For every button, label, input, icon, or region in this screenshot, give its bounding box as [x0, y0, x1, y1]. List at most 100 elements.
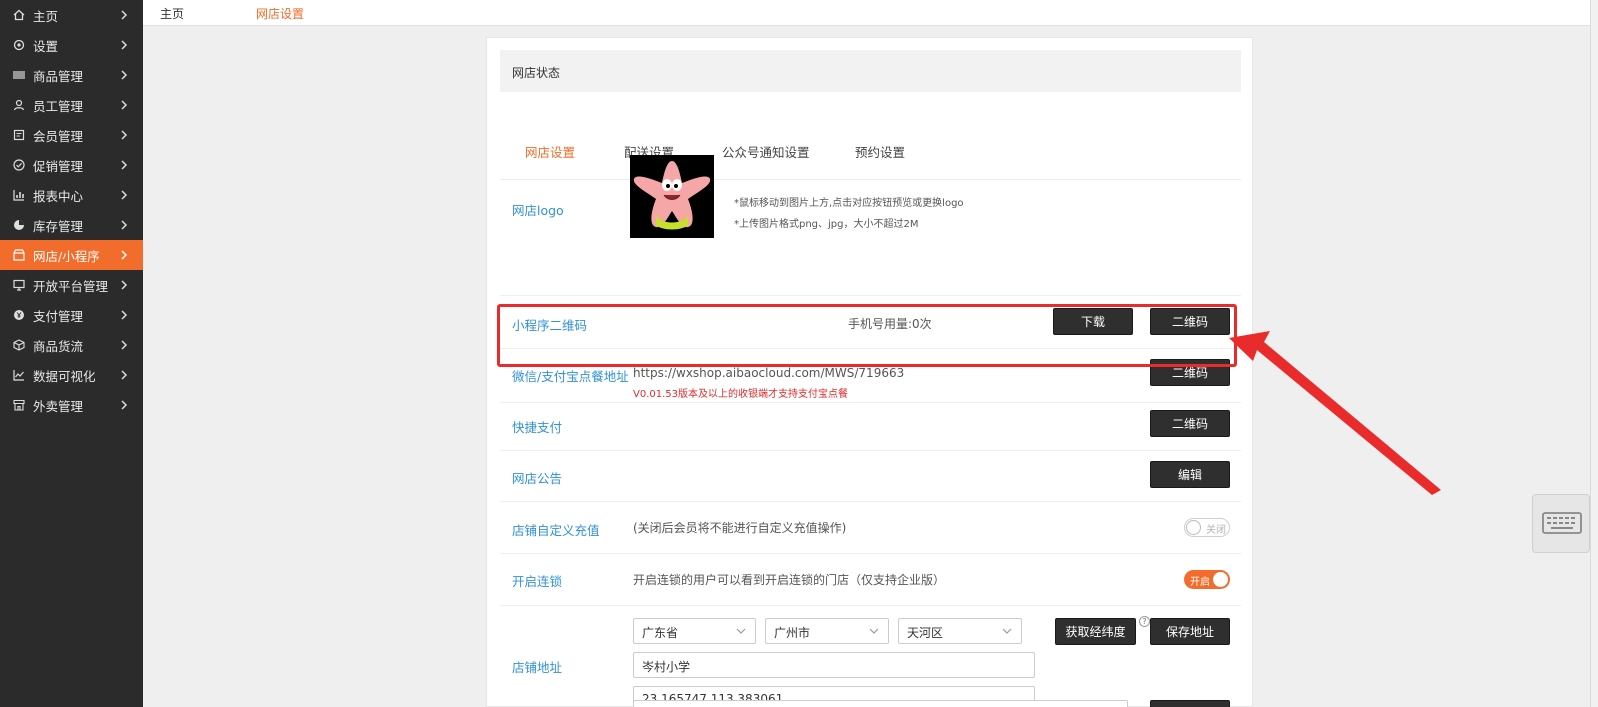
chain-store-desc: 开启连锁的用户可以看到开启连锁的门店（仅支持企业版）	[633, 573, 946, 587]
help-icon[interactable]: ?	[1139, 616, 1150, 627]
order-url-text[interactable]: https://wxshop.aibaocloud.com/MWS/719663	[633, 366, 904, 380]
logo-hint-1: *鼠标移动到图片上方,点击对应按钮预览或更换logo	[734, 198, 964, 209]
sidebar-item-logistics[interactable]: 商品货流	[0, 330, 143, 360]
yen-coin-icon	[12, 308, 26, 322]
district-value: 天河区	[907, 626, 944, 640]
pie-chart-icon	[12, 218, 26, 232]
patrick-star-image	[630, 155, 714, 238]
contact-input[interactable]	[633, 700, 1128, 707]
custom-recharge-desc: (关闭后会员将不能进行自定义充值操作)	[633, 521, 847, 535]
chevron-right-icon	[121, 370, 128, 380]
shop-icon	[12, 398, 26, 412]
scrollbar[interactable]	[1590, 0, 1598, 707]
chevron-right-icon	[121, 70, 128, 80]
tab-reservation-settings[interactable]: 预约设置	[855, 142, 905, 161]
sidebar-item-data-visualization[interactable]: 数据可视化	[0, 360, 143, 390]
chain-store-label: 开启连锁	[512, 574, 563, 589]
sidebar-item-label: 数据可视化	[33, 368, 96, 384]
chevron-right-icon	[121, 400, 128, 410]
store-logo-image[interactable]	[630, 155, 714, 238]
sidebar-item-promotions[interactable]: 促销管理	[0, 150, 143, 180]
sidebar-item-online-store[interactable]: 网店/小程序	[0, 240, 143, 270]
highlight-box	[497, 304, 1237, 367]
member-card-icon	[12, 128, 26, 142]
get-coordinates-button[interactable]: 获取经纬度	[1055, 618, 1136, 645]
custom-recharge-row: 店铺自定义充值 (关闭后会员将不能进行自定义充值操作) 关闭	[500, 502, 1241, 554]
store-icon	[12, 248, 26, 262]
quick-pay-label: 快捷支付	[512, 420, 563, 435]
toggle-label: 关闭	[1206, 525, 1226, 536]
chevron-right-icon	[121, 100, 128, 110]
sidebar-item-inventory[interactable]: 库存管理	[0, 210, 143, 240]
home-icon	[12, 8, 26, 22]
partial-button[interactable]	[1150, 700, 1230, 707]
sidebar-item-label: 会员管理	[33, 128, 84, 144]
tab-official-account-notify[interactable]: 公众号通知设置	[722, 142, 810, 161]
custom-recharge-toggle[interactable]: 关闭	[1184, 518, 1230, 537]
quick-pay-row: 快捷支付 二维码	[500, 403, 1241, 451]
store-address-row: 店铺地址 广东省 广州市 天河区 获取经纬度 ? 保存地址 岑村小学 23.16…	[500, 606, 1241, 707]
gear-icon	[12, 38, 26, 52]
city-value: 广州市	[774, 626, 811, 640]
store-notice-row: 网店公告 编辑	[500, 451, 1241, 502]
tab-bar: 网店设置 配送设置 公众号通知设置 预约设置	[500, 92, 1241, 180]
breadcrumb: 主页 网店设置	[143, 0, 1598, 26]
sidebar-item-reports[interactable]: 报表中心	[0, 180, 143, 210]
user-icon	[12, 98, 26, 112]
sidebar-item-label: 开放平台管理	[33, 278, 109, 294]
sidebar: 主页 设置 商品管理 员工管理 会员管理 促销管理 报表中心 库存管理 网店/小	[0, 0, 143, 707]
wechat-alipay-url-label: 微信/支付宝点餐地址	[512, 369, 629, 384]
chevron-right-icon	[121, 190, 128, 200]
chevron-right-icon	[121, 40, 128, 50]
chevron-right-icon	[121, 310, 128, 320]
sidebar-item-open-platform[interactable]: 开放平台管理	[0, 270, 143, 300]
district-select[interactable]: 天河区	[898, 618, 1022, 644]
page-title: 网店状态	[512, 66, 561, 80]
city-select[interactable]: 广州市	[765, 618, 889, 644]
barcode-icon	[12, 68, 26, 82]
keyboard-float-button[interactable]	[1532, 494, 1590, 553]
edit-notice-button[interactable]: 编辑	[1150, 461, 1230, 488]
sidebar-item-home[interactable]: 主页	[0, 0, 143, 30]
logo-row: 网店logo *鼠标移动到图片上方,点击对应按钮预览或更换logo *上传图片格…	[500, 180, 1241, 296]
chevron-right-icon	[121, 130, 128, 140]
tab-store-settings[interactable]: 网店设置	[525, 142, 575, 161]
chevron-right-icon	[121, 220, 128, 230]
sidebar-item-label: 报表中心	[33, 188, 84, 204]
sidebar-item-takeaway[interactable]: 外卖管理	[0, 390, 143, 420]
sidebar-item-products[interactable]: 商品管理	[0, 60, 143, 90]
chevron-right-icon	[121, 250, 128, 260]
chevron-down-icon	[736, 628, 746, 634]
keyboard-icon	[1542, 512, 1582, 534]
breadcrumb-home[interactable]: 主页	[160, 5, 184, 22]
province-select[interactable]: 广东省	[633, 618, 756, 644]
bar-chart-icon	[12, 188, 26, 202]
sidebar-item-members[interactable]: 会员管理	[0, 120, 143, 150]
version-warning-text: V0.01.53版本及以上的收银端才支持支付宝点餐	[633, 389, 849, 400]
cube-icon	[12, 338, 26, 352]
store-settings-panel: 网店状态 网店设置 配送设置 公众号通知设置 预约设置 网店logo *鼠标移动…	[486, 37, 1253, 707]
sidebar-item-label: 员工管理	[33, 98, 84, 114]
sidebar-item-staff[interactable]: 员工管理	[0, 90, 143, 120]
check-circle-icon	[12, 158, 26, 172]
address-detail-input[interactable]: 岑村小学	[633, 652, 1035, 678]
chain-store-toggle[interactable]: 开启	[1184, 570, 1230, 589]
line-chart-icon	[12, 368, 26, 382]
province-value: 广东省	[642, 626, 679, 640]
sidebar-item-label: 网店/小程序	[33, 248, 100, 264]
logo-label: 网店logo	[512, 203, 564, 218]
sidebar-item-label: 促销管理	[33, 158, 84, 174]
quick-pay-qr-button[interactable]: 二维码	[1150, 410, 1230, 437]
logo-hint-2: *上传图片格式png、jpg，大小不超过2M	[734, 219, 919, 230]
breadcrumb-current[interactable]: 网店设置	[256, 5, 304, 22]
sidebar-item-label: 库存管理	[33, 218, 84, 234]
sidebar-item-label: 设置	[33, 38, 59, 54]
chevron-right-icon	[121, 340, 128, 350]
sidebar-item-payment[interactable]: 支付管理	[0, 300, 143, 330]
save-address-button[interactable]: 保存地址	[1150, 618, 1230, 645]
chevron-right-icon	[121, 10, 128, 20]
store-notice-label: 网店公告	[512, 471, 563, 486]
monitor-icon	[12, 278, 26, 292]
chevron-right-icon	[121, 280, 128, 290]
sidebar-item-settings[interactable]: 设置	[0, 30, 143, 60]
